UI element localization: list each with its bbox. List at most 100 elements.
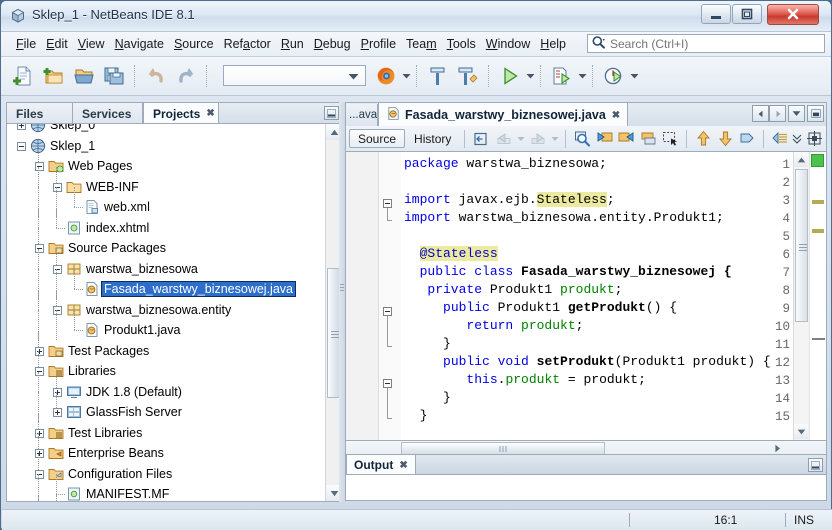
browser-dropdown-icon[interactable] xyxy=(401,62,411,90)
output-content[interactable] xyxy=(345,474,827,501)
project-tree-container[interactable]: Sklep_0 Sklep_1 Web Pages WEB-INF web.xm… xyxy=(6,123,343,502)
menu-refactor[interactable]: Refactor xyxy=(219,35,276,53)
tree-row-libraries[interactable]: Libraries xyxy=(7,351,313,382)
build-project-icon[interactable] xyxy=(423,61,453,91)
tree-row-webpages[interactable]: Web Pages xyxy=(7,146,313,177)
forward-icon[interactable] xyxy=(527,127,549,150)
tree-row-test-packages[interactable]: Test Packages xyxy=(7,330,313,362)
comment-icon[interactable] xyxy=(769,127,791,150)
tree-row-manifest[interactable]: MANIFEST.MF xyxy=(7,474,313,501)
fold-toggle-setter[interactable] xyxy=(383,379,392,388)
scroll-left-icon[interactable] xyxy=(752,105,769,122)
collapse-toggle-icon[interactable] xyxy=(53,305,62,315)
tree-row-webinf[interactable]: WEB-INF xyxy=(7,166,313,198)
menu-window[interactable]: Window xyxy=(481,35,535,53)
tab-projects[interactable]: Projects ✖ xyxy=(143,102,219,124)
occurrence-marker[interactable] xyxy=(812,200,824,204)
new-project-icon[interactable] xyxy=(39,61,69,91)
menu-help[interactable]: Help xyxy=(535,35,571,53)
code-vertical-scrollbar[interactable] xyxy=(793,152,809,440)
menu-navigate[interactable]: Navigate xyxy=(110,35,169,53)
scroll-down-icon[interactable] xyxy=(794,424,808,439)
collapse-toggle-icon[interactable] xyxy=(35,162,44,171)
code-editor-area[interactable]: 1 2 3 4 5 6 7 8 9 10 11 12 13 14 15 pack… xyxy=(345,151,827,441)
tree-row-produkt1-java[interactable]: Produkt1.java xyxy=(7,310,313,341)
find-selection-icon[interactable] xyxy=(571,127,593,150)
clean-and-build-icon[interactable] xyxy=(453,61,483,91)
undo-icon[interactable] xyxy=(141,61,171,91)
shift-line-left-icon[interactable] xyxy=(692,127,714,150)
browser-firefox-icon[interactable] xyxy=(371,61,401,91)
last-edit-position-icon[interactable] xyxy=(470,127,492,150)
expand-toggle-icon[interactable] xyxy=(35,346,44,356)
expand-toggle-icon[interactable] xyxy=(35,449,44,458)
run-dropdown-icon[interactable] xyxy=(525,62,535,90)
tree-row-sourcepackages[interactable]: Source Packages xyxy=(7,228,313,259)
expand-toggle-icon[interactable] xyxy=(17,124,26,130)
menu-profile[interactable]: Profile xyxy=(356,35,401,53)
tree-row-enterprise-beans[interactable]: Enterprise Beans xyxy=(7,433,313,464)
save-all-icon[interactable] xyxy=(99,61,129,91)
expand-toggle-icon[interactable] xyxy=(35,428,44,438)
occurrence-marker[interactable] xyxy=(812,229,824,233)
menu-debug[interactable]: Debug xyxy=(309,35,356,53)
tree-row-webxml-1[interactable]: web.xml xyxy=(7,187,313,218)
debug-project-icon[interactable] xyxy=(547,61,577,91)
menu-source[interactable]: Source xyxy=(169,35,219,53)
menu-view[interactable]: View xyxy=(73,35,110,53)
expand-toggle-icon[interactable] xyxy=(53,387,62,397)
inspect-icon[interactable] xyxy=(804,127,826,150)
expand-toggle-icon[interactable] xyxy=(53,408,62,417)
collapse-toggle-icon[interactable] xyxy=(35,367,44,376)
shift-line-right-icon[interactable] xyxy=(714,127,736,150)
tree-row-sklep0[interactable]: Sklep_0 xyxy=(7,124,313,136)
close-button[interactable] xyxy=(767,4,819,25)
profile-dropdown-icon[interactable] xyxy=(629,62,639,90)
uncomment-dropdown-icon[interactable] xyxy=(791,127,804,150)
previous-bookmark-icon[interactable] xyxy=(593,127,615,150)
view-toggle-source[interactable]: Source xyxy=(349,129,406,148)
toggle-bookmark-icon[interactable] xyxy=(638,127,660,150)
error-annotation-stripe[interactable] xyxy=(809,152,826,440)
menu-run[interactable]: Run xyxy=(276,35,309,53)
back-icon[interactable] xyxy=(493,127,515,150)
minimize-window-icon[interactable] xyxy=(808,458,823,472)
tree-row-jdk[interactable]: JDK 1.8 (Default) xyxy=(7,371,313,403)
close-icon[interactable]: ✖ xyxy=(206,108,214,119)
maximize-window-icon[interactable] xyxy=(807,105,824,122)
run-project-icon[interactable] xyxy=(495,61,525,91)
tree-row-configuration-files[interactable]: Configuration Files xyxy=(7,453,313,485)
project-configuration-combo[interactable] xyxy=(223,65,366,86)
tree-row-indexxhtml[interactable]: index.xhtml xyxy=(7,207,313,239)
debug-dropdown-icon[interactable] xyxy=(577,62,587,90)
close-icon[interactable]: ✖ xyxy=(399,460,407,471)
menu-team[interactable]: Team xyxy=(401,35,442,53)
collapse-toggle-icon[interactable] xyxy=(17,141,26,151)
search-box[interactable] xyxy=(587,34,825,53)
rectangular-selection-icon[interactable] xyxy=(660,127,682,150)
fold-toggle-getter[interactable] xyxy=(383,307,392,316)
collapse-toggle-icon[interactable] xyxy=(35,469,44,479)
close-icon[interactable]: ✖ xyxy=(612,110,620,121)
open-project-icon[interactable] xyxy=(69,61,99,91)
fold-toggle-imports[interactable] xyxy=(383,199,392,208)
tree-row-warstwa-biznesowa[interactable]: warstwa_biznesowa xyxy=(7,248,313,280)
menu-file[interactable]: File xyxy=(11,35,41,53)
tree-row-fasada-java[interactable]: Fasada_warstwy_biznesowej.java xyxy=(7,269,313,300)
new-file-icon[interactable] xyxy=(9,61,39,91)
minimize-button[interactable] xyxy=(701,4,731,24)
search-input[interactable] xyxy=(608,35,807,52)
collapse-toggle-icon[interactable] xyxy=(53,182,62,192)
maximize-button[interactable] xyxy=(732,4,762,24)
tab-files[interactable]: Files xyxy=(7,103,73,124)
code-scroll-thumb[interactable] xyxy=(795,169,808,322)
view-toggle-history[interactable]: History xyxy=(405,129,460,148)
back-dropdown-icon[interactable] xyxy=(515,127,527,150)
editor-tab-partial[interactable]: ...ava xyxy=(346,104,378,126)
next-bookmark-icon[interactable] xyxy=(615,127,637,150)
tree-row-sklep1[interactable]: Sklep_1 xyxy=(7,136,313,157)
scroll-up-icon[interactable] xyxy=(794,152,808,167)
document-list-icon[interactable] xyxy=(788,105,805,122)
menu-edit[interactable]: Edit xyxy=(41,35,73,53)
scroll-right-icon[interactable] xyxy=(769,105,786,122)
